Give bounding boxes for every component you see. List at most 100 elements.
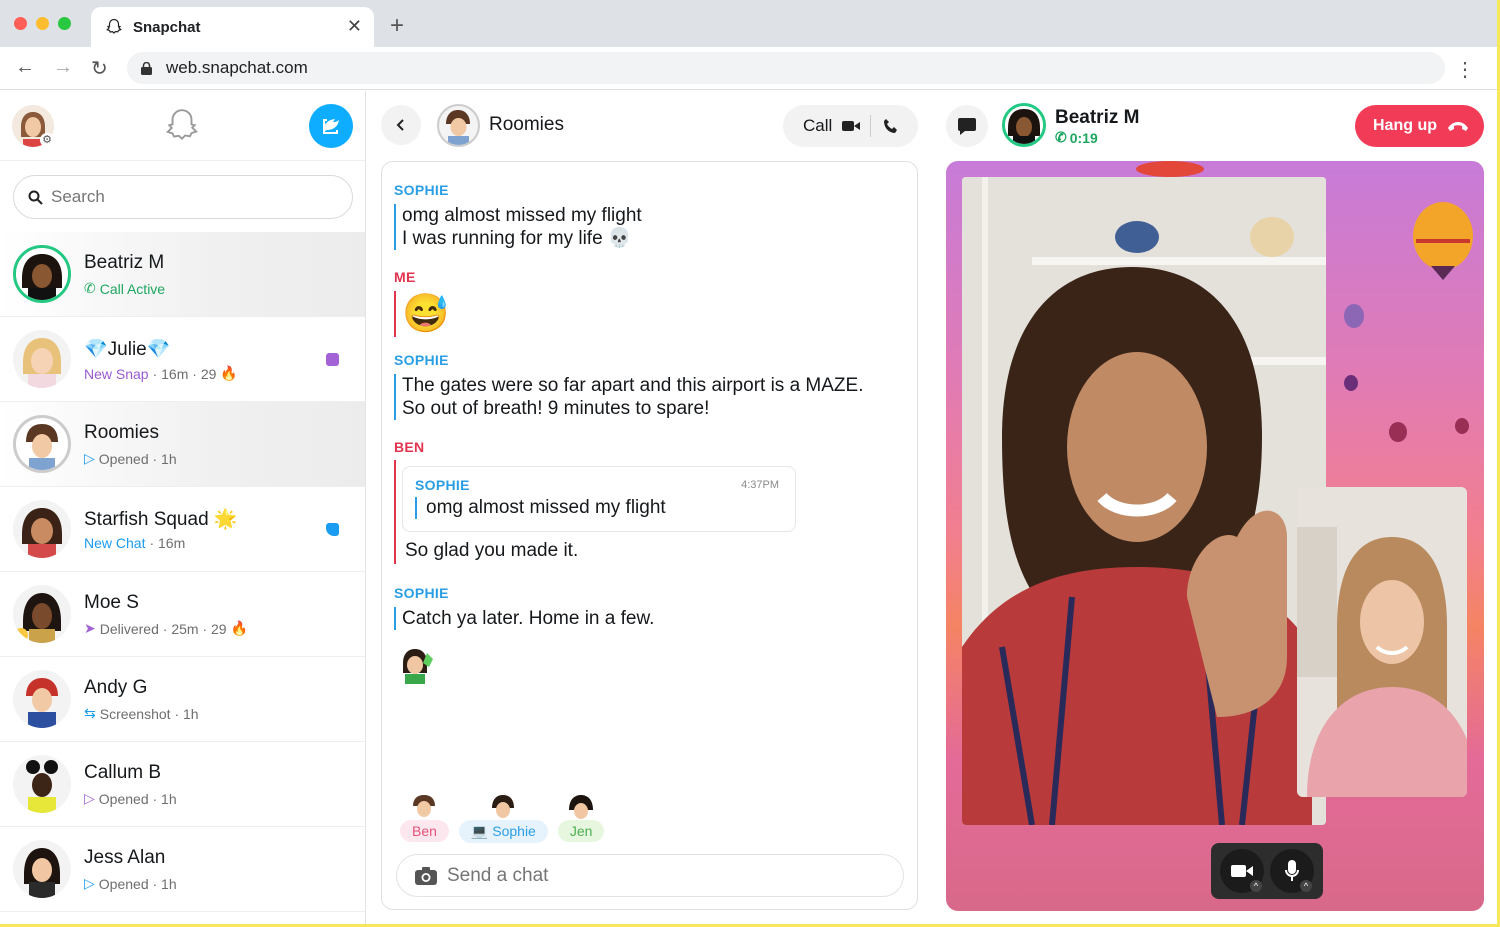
chat-title: Roomies xyxy=(489,114,564,135)
message: ME 😅 xyxy=(394,269,449,337)
chat-row-julie[interactable]: 💎Julie💎 New Snap · 16m · 29 🔥 xyxy=(0,317,365,402)
sidebar-header: ⚙ xyxy=(0,91,365,161)
toggle-mic-button[interactable]: ^ xyxy=(1270,849,1314,893)
chat-header: Roomies Call xyxy=(367,91,932,161)
new-tab-button[interactable]: + xyxy=(390,12,404,40)
search-icon xyxy=(28,190,43,205)
avatar xyxy=(13,415,71,473)
opened-arrow-icon: ▷ xyxy=(84,790,95,806)
new-chat-badge xyxy=(326,523,339,536)
chat-status: New Snap · 16m · 29 🔥 xyxy=(84,365,238,382)
search-bar[interactable] xyxy=(13,175,353,219)
reload-icon[interactable]: ↻ xyxy=(91,56,108,81)
avatar xyxy=(13,500,71,558)
chat-row-callum-b[interactable]: Callum B ▷ Opened · 1h xyxy=(0,742,365,827)
toggle-chat-button[interactable] xyxy=(946,105,988,147)
chat-name: Andy G xyxy=(84,677,148,698)
bitmoji-sticker[interactable] xyxy=(399,645,439,685)
group-avatar[interactable] xyxy=(437,104,480,147)
chat-name: 💎Julie💎 xyxy=(84,339,171,360)
opened-arrow-icon: ▷ xyxy=(84,450,95,466)
snapchat-ghost-icon xyxy=(106,18,122,34)
avatar xyxy=(13,585,71,643)
member-ben: Ben xyxy=(400,792,449,846)
minimize-window-button[interactable] xyxy=(36,17,49,30)
chat-row-roomies[interactable]: Roomies ▷ Opened · 1h xyxy=(0,402,365,487)
compose-icon xyxy=(323,119,339,134)
chat-composer[interactable] xyxy=(396,854,904,897)
call-label: Call xyxy=(803,116,833,135)
hang-up-button[interactable]: Hang up xyxy=(1355,105,1484,147)
chat-name: Beatriz M xyxy=(84,252,165,273)
search-input[interactable] xyxy=(51,187,311,207)
message-sender: SOPHIE xyxy=(394,352,449,368)
avatar xyxy=(13,840,71,898)
back-arrow-icon[interactable]: ← xyxy=(15,56,35,79)
reply-bar xyxy=(394,460,396,564)
chat-name: Jess Alan xyxy=(84,847,166,868)
avatar xyxy=(13,330,71,388)
opened-arrow-icon: ▷ xyxy=(84,875,95,891)
avatar xyxy=(566,792,596,822)
avatar xyxy=(13,755,71,813)
video-call-icon[interactable] xyxy=(842,120,861,132)
chat-row-andy-g[interactable]: Andy G ⇆ Screenshot · 1h xyxy=(0,657,365,742)
message: SOPHIE The gates were so far apart and t… xyxy=(394,352,863,420)
avatar xyxy=(409,792,439,822)
close-window-button[interactable] xyxy=(14,17,27,30)
message: SOPHIE Catch ya later. Home in a few. xyxy=(394,585,654,630)
chat-status: ➤ Delivered · 25m · 29 🔥 xyxy=(84,620,248,637)
maximize-window-button[interactable] xyxy=(58,17,71,30)
snapchat-ghost-icon[interactable] xyxy=(163,107,201,145)
message-sender: SOPHIE xyxy=(394,585,449,601)
chat-thread: SOPHIE omg almost missed my flight I was… xyxy=(381,161,918,910)
browser-window: Snapchat ✕ + ← → ↻ web.snapchat.com ⋮ ⚙ xyxy=(0,0,1500,927)
avatar xyxy=(488,792,518,822)
member-jen: Jen xyxy=(557,792,605,846)
new-chat-button[interactable] xyxy=(309,104,353,148)
video-camera-icon xyxy=(1231,865,1253,877)
chat-row-moe-s[interactable]: Moe S ➤ Delivered · 25m · 29 🔥 xyxy=(0,572,365,657)
caller-avatar[interactable] xyxy=(1002,103,1046,147)
message-input[interactable] xyxy=(447,864,867,887)
remote-video-feed xyxy=(962,177,1326,825)
forward-arrow-icon[interactable]: → xyxy=(53,56,73,79)
avatar xyxy=(13,670,71,728)
chat-list: Beatriz M ✆ Call Active 💎Julie💎 New Snap… xyxy=(0,232,365,912)
chat-status: ✆ Call Active xyxy=(84,280,166,297)
chat-sidebar: ⚙ Beatriz M ✆ Call Active xyxy=(0,91,366,924)
delivered-arrow-icon: ➤ xyxy=(84,620,96,636)
call-pill: Call xyxy=(783,105,918,147)
back-button[interactable] xyxy=(381,105,421,145)
settings-gear-icon[interactable]: ⚙ xyxy=(40,133,54,147)
chat-row-beatriz-m[interactable]: Beatriz M ✆ Call Active xyxy=(0,232,365,317)
chat-row-starfish-squad[interactable]: Starfish Squad 🌟 New Chat · 16m xyxy=(0,487,365,572)
chevron-up-icon[interactable]: ^ xyxy=(1300,880,1312,892)
browser-menu-icon[interactable]: ⋮ xyxy=(1455,57,1475,82)
quoted-text: omg almost missed my flight xyxy=(415,497,666,519)
emoji-message: 😅 xyxy=(394,291,449,337)
chat-name: Roomies xyxy=(84,422,159,443)
chat-name: Starfish Squad 🌟 xyxy=(84,509,238,530)
phone-call-icon[interactable] xyxy=(883,118,899,134)
call-duration: ✆ 0:19 xyxy=(1055,129,1098,146)
chat-name: Moe S xyxy=(84,592,139,613)
chat-row-jess-alan[interactable]: Jess Alan ▷ Opened · 1h xyxy=(0,827,365,912)
message: BEN xyxy=(394,439,424,455)
self-video-feed[interactable] xyxy=(1297,487,1467,797)
lock-icon xyxy=(141,61,152,75)
quoted-message[interactable]: SOPHIE 4:37PM omg almost missed my fligh… xyxy=(402,466,796,532)
video-call-area: ^ ^ xyxy=(946,161,1484,911)
browser-tab[interactable]: Snapchat ✕ xyxy=(91,7,374,47)
quoted-sender: SOPHIE xyxy=(415,477,470,493)
call-header: Beatriz M ✆ 0:19 Hang up xyxy=(932,91,1497,161)
toggle-camera-button[interactable]: ^ xyxy=(1220,849,1264,893)
address-toolbar: ← → ↻ web.snapchat.com ⋮ xyxy=(0,47,1497,90)
chevron-up-icon[interactable]: ^ xyxy=(1250,880,1262,892)
chat-status: ▷ Opened · 1h xyxy=(84,875,177,892)
url-bar[interactable]: web.snapchat.com xyxy=(127,52,1445,84)
close-tab-icon[interactable]: ✕ xyxy=(347,16,362,37)
message-sender: ME xyxy=(394,269,416,285)
camera-icon[interactable] xyxy=(415,866,437,885)
member-name: Ben xyxy=(400,820,449,842)
